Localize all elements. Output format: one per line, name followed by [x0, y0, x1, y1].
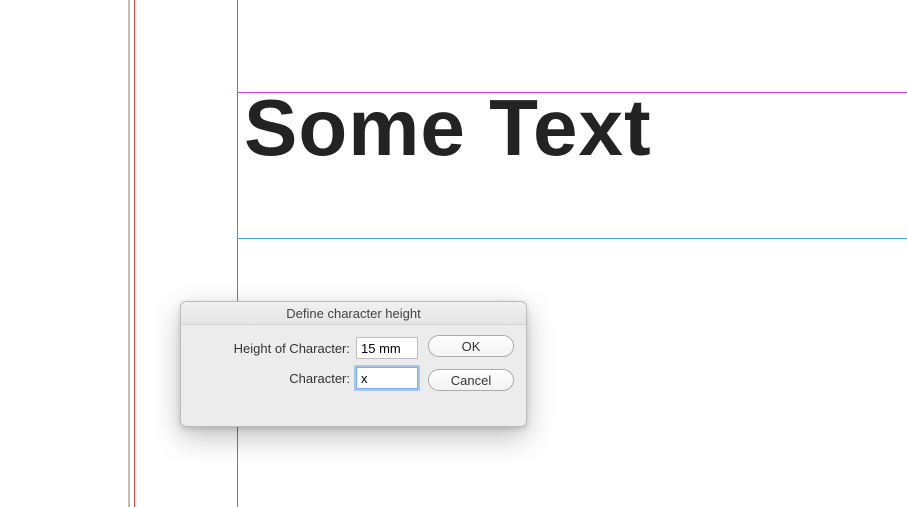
character-row: Character:: [193, 367, 418, 389]
define-character-height-dialog: Define character height Height of Charac…: [180, 301, 527, 427]
dialog-body: Height of Character: Character: OK Cance…: [181, 325, 526, 401]
dialog-title: Define character height: [181, 302, 526, 325]
page-bleed-guide: [134, 0, 135, 507]
dialog-buttons: OK Cancel: [418, 333, 514, 391]
ok-button[interactable]: OK: [428, 335, 514, 357]
character-label: Character:: [193, 371, 350, 386]
margin-guide-vertical: [237, 0, 238, 507]
sample-text[interactable]: Some Text: [244, 82, 652, 174]
textframe-baseline-edge: [237, 238, 907, 239]
height-of-character-label: Height of Character:: [193, 341, 350, 356]
character-input[interactable]: [356, 367, 418, 389]
document-canvas: Some Text Define character height Height…: [0, 0, 907, 507]
height-of-character-input[interactable]: [356, 337, 418, 359]
ruler-guide-gray: [128, 0, 130, 507]
dialog-fields: Height of Character: Character:: [193, 333, 418, 391]
height-row: Height of Character:: [193, 337, 418, 359]
cancel-button[interactable]: Cancel: [428, 369, 514, 391]
